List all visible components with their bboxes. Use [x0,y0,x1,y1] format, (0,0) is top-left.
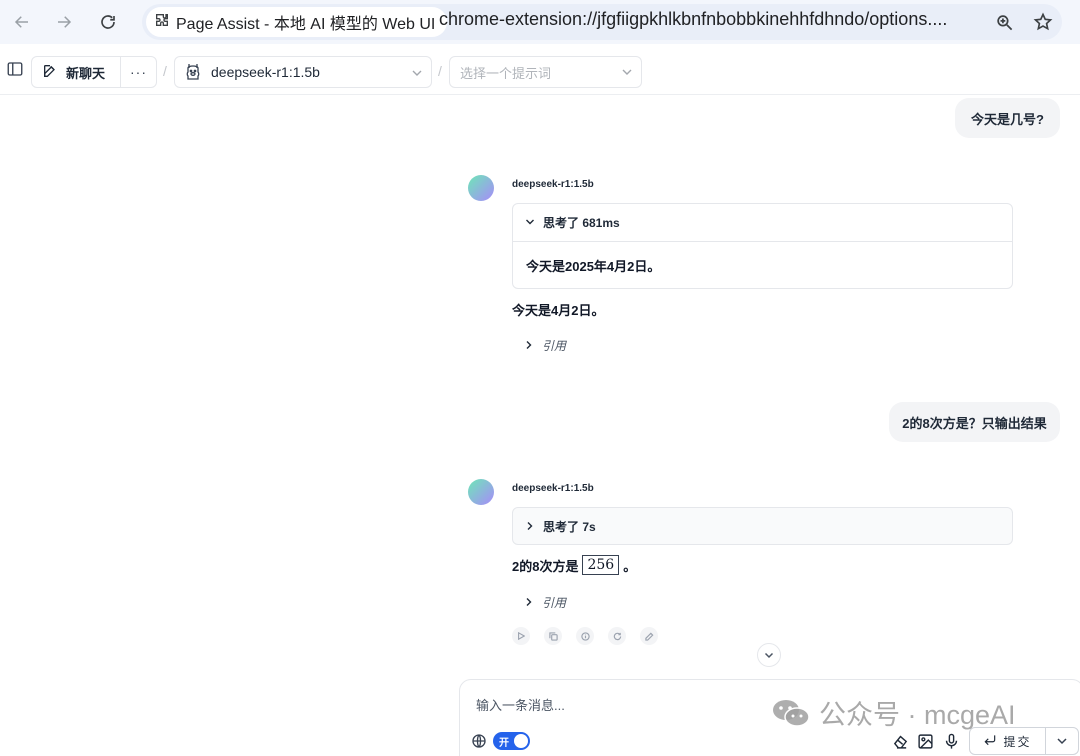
toolbar-separator: / [438,63,442,79]
web-search-toggle[interactable]: 开 [493,732,530,750]
extension-title: Page Assist - 本地 AI 模型的 Web UI [176,16,436,33]
citation-toggle[interactable]: 引用 [524,594,566,611]
user-message: 2的8次方是？只输出结果 [889,402,1060,442]
web-search-toggle-label: 开 [499,737,509,749]
copy-icon[interactable] [544,627,562,645]
citation-label: 引用 [542,596,567,610]
regenerate-icon[interactable] [608,627,626,645]
star-icon[interactable] [1029,8,1057,36]
submit-options-button[interactable] [1046,728,1078,754]
chevron-right-icon [524,339,534,353]
assistant-avatar [468,175,494,201]
back-arrow-icon[interactable] [8,8,36,36]
image-upload-icon[interactable] [916,732,934,750]
microphone-icon[interactable] [942,732,960,750]
reload-icon[interactable] [94,8,122,36]
edit-icon [42,63,58,82]
scroll-to-bottom-button[interactable] [757,643,781,667]
thinking-toggle[interactable]: 思考了 681ms [513,204,1012,241]
citation-toggle[interactable]: 引用 [524,337,566,354]
new-chat-label: 新聊天 [66,65,106,81]
zoom-icon[interactable] [990,8,1018,36]
url-text[interactable]: chrome-extension://jfgfiigpkhlkbnfnbobbk… [439,9,979,30]
answer-prefix: 2的8次方是 [512,558,579,574]
globe-icon [471,733,487,749]
enter-icon [983,733,997,750]
forward-arrow-icon[interactable] [50,8,78,36]
llama-model-icon [185,62,201,83]
thinking-label: 思考了 681ms [543,216,620,230]
browser-toolbar: Page Assist - 本地 AI 模型的 Web UI chrome-ex… [0,0,1080,44]
play-icon[interactable] [512,627,530,645]
thinking-label: 思考了 7s [543,520,596,534]
watermark: 公众号 · mcgeAI [771,693,1016,732]
submit-label: 提交 [1003,734,1032,749]
prompt-select-placeholder: 选择一个提示词 [460,65,552,81]
assistant-model-name: deepseek-r1:1.5b [512,179,594,190]
chevron-down-icon [621,66,633,78]
chevron-right-icon [524,596,534,610]
thinking-toggle[interactable]: 思考了 7s [513,508,1012,545]
new-chat-button[interactable]: 新聊天 [32,57,121,87]
more-options-button[interactable]: ··· [121,57,156,87]
answer-suffix: 。 [623,558,637,574]
app-toolbar: 新聊天 ··· / deepseek-r1:1.5b / 选择一个提示词 [0,48,1080,95]
assistant-answer: 2的8次方是 256 。 [512,555,636,575]
watermark-text: 公众号 · mcgeAI [819,700,1016,730]
chevron-right-icon [525,520,535,534]
chevron-down-icon [525,216,535,230]
chevron-down-icon [411,66,423,78]
eraser-icon[interactable] [891,732,909,750]
citation-label: 引用 [542,339,567,353]
assistant-answer: 今天是4月2日。 [512,303,605,318]
model-select-value: deepseek-r1:1.5b [211,64,320,80]
assistant-model-name: deepseek-r1:1.5b [512,483,594,494]
prompt-select[interactable]: 选择一个提示词 [449,56,642,88]
answer-math-boxed: 256 [582,555,620,575]
message-input[interactable] [476,694,776,716]
user-message: 今天是几号? [955,98,1060,138]
thinking-panel: 思考了 7s [512,507,1013,545]
wechat-logo-icon [771,698,811,728]
toggle-knob [514,734,528,748]
message-actions [512,627,658,645]
info-icon[interactable] [576,627,594,645]
site-info-chip[interactable]: Page Assist - 本地 AI 模型的 Web UI [146,7,448,37]
extension-puzzle-icon [154,12,170,33]
assistant-avatar [468,479,494,505]
sidebar-toggle-icon[interactable] [4,58,26,80]
edit-icon[interactable] [640,627,658,645]
model-select[interactable]: deepseek-r1:1.5b [174,56,432,88]
new-chat-group: 新聊天 ··· [31,56,157,88]
thinking-content: 今天是2025年4月2日。 [513,241,1012,289]
thinking-panel: 思考了 681ms 今天是2025年4月2日。 [512,203,1013,289]
toolbar-separator: / [163,63,167,79]
